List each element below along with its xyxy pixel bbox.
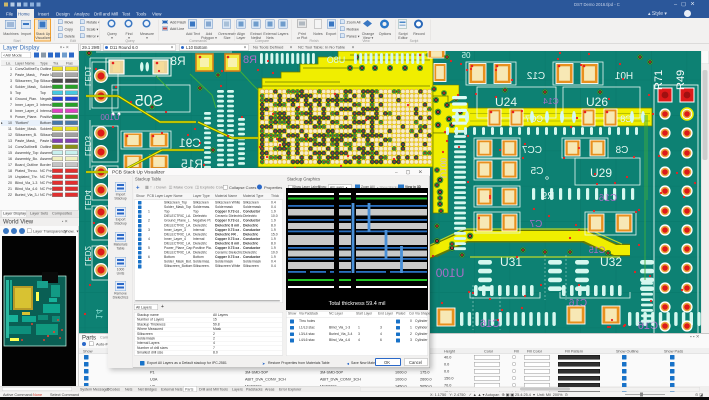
- svg-text:U100: U100: [439, 158, 449, 179]
- svg-text:U29: U29: [590, 166, 612, 180]
- svg-text:C16: C16: [598, 193, 617, 204]
- svg-text:14: 14: [94, 309, 104, 319]
- svg-text:H01: H01: [614, 71, 633, 82]
- svg-text:C15: C15: [589, 245, 606, 255]
- svg-text:C14: C14: [543, 96, 559, 106]
- svg-text:LED2: LED2: [83, 245, 92, 266]
- svg-text:S05: S05: [135, 93, 164, 110]
- svg-text:R71: R71: [653, 70, 665, 90]
- svg-text:05: 05: [461, 51, 470, 60]
- svg-text:Total thickness 59.4 mil: Total thickness 59.4 mil: [329, 301, 386, 307]
- svg-text:C12: C12: [526, 71, 545, 82]
- svg-text:CC7: CC7: [522, 145, 542, 156]
- svg-text:CC7: CC7: [525, 114, 543, 124]
- svg-text:C91: C91: [179, 136, 201, 150]
- svg-text:R9: R9: [541, 191, 554, 202]
- svg-text:C8: C8: [615, 145, 628, 156]
- svg-text:U8O: U8O: [327, 55, 346, 65]
- svg-text:U100: U100: [100, 113, 120, 122]
- svg-text:U26: U26: [586, 95, 608, 109]
- svg-text:U100: U100: [435, 266, 464, 280]
- svg-text:U24: U24: [495, 95, 517, 109]
- svg-text:LED3: LED3: [83, 135, 92, 156]
- svg-text:LED4: LED4: [83, 189, 92, 210]
- svg-text:R8: R8: [243, 54, 257, 66]
- svg-text:R8: R8: [170, 54, 186, 68]
- svg-text:R49: R49: [675, 70, 687, 90]
- svg-text:C7: C7: [529, 219, 542, 230]
- svg-text:LED1: LED1: [83, 65, 92, 86]
- svg-text:C8: C8: [620, 114, 632, 124]
- svg-text:U32: U32: [600, 255, 622, 269]
- svg-text:U31: U31: [500, 255, 522, 269]
- svg-text:C5: C5: [530, 166, 543, 177]
